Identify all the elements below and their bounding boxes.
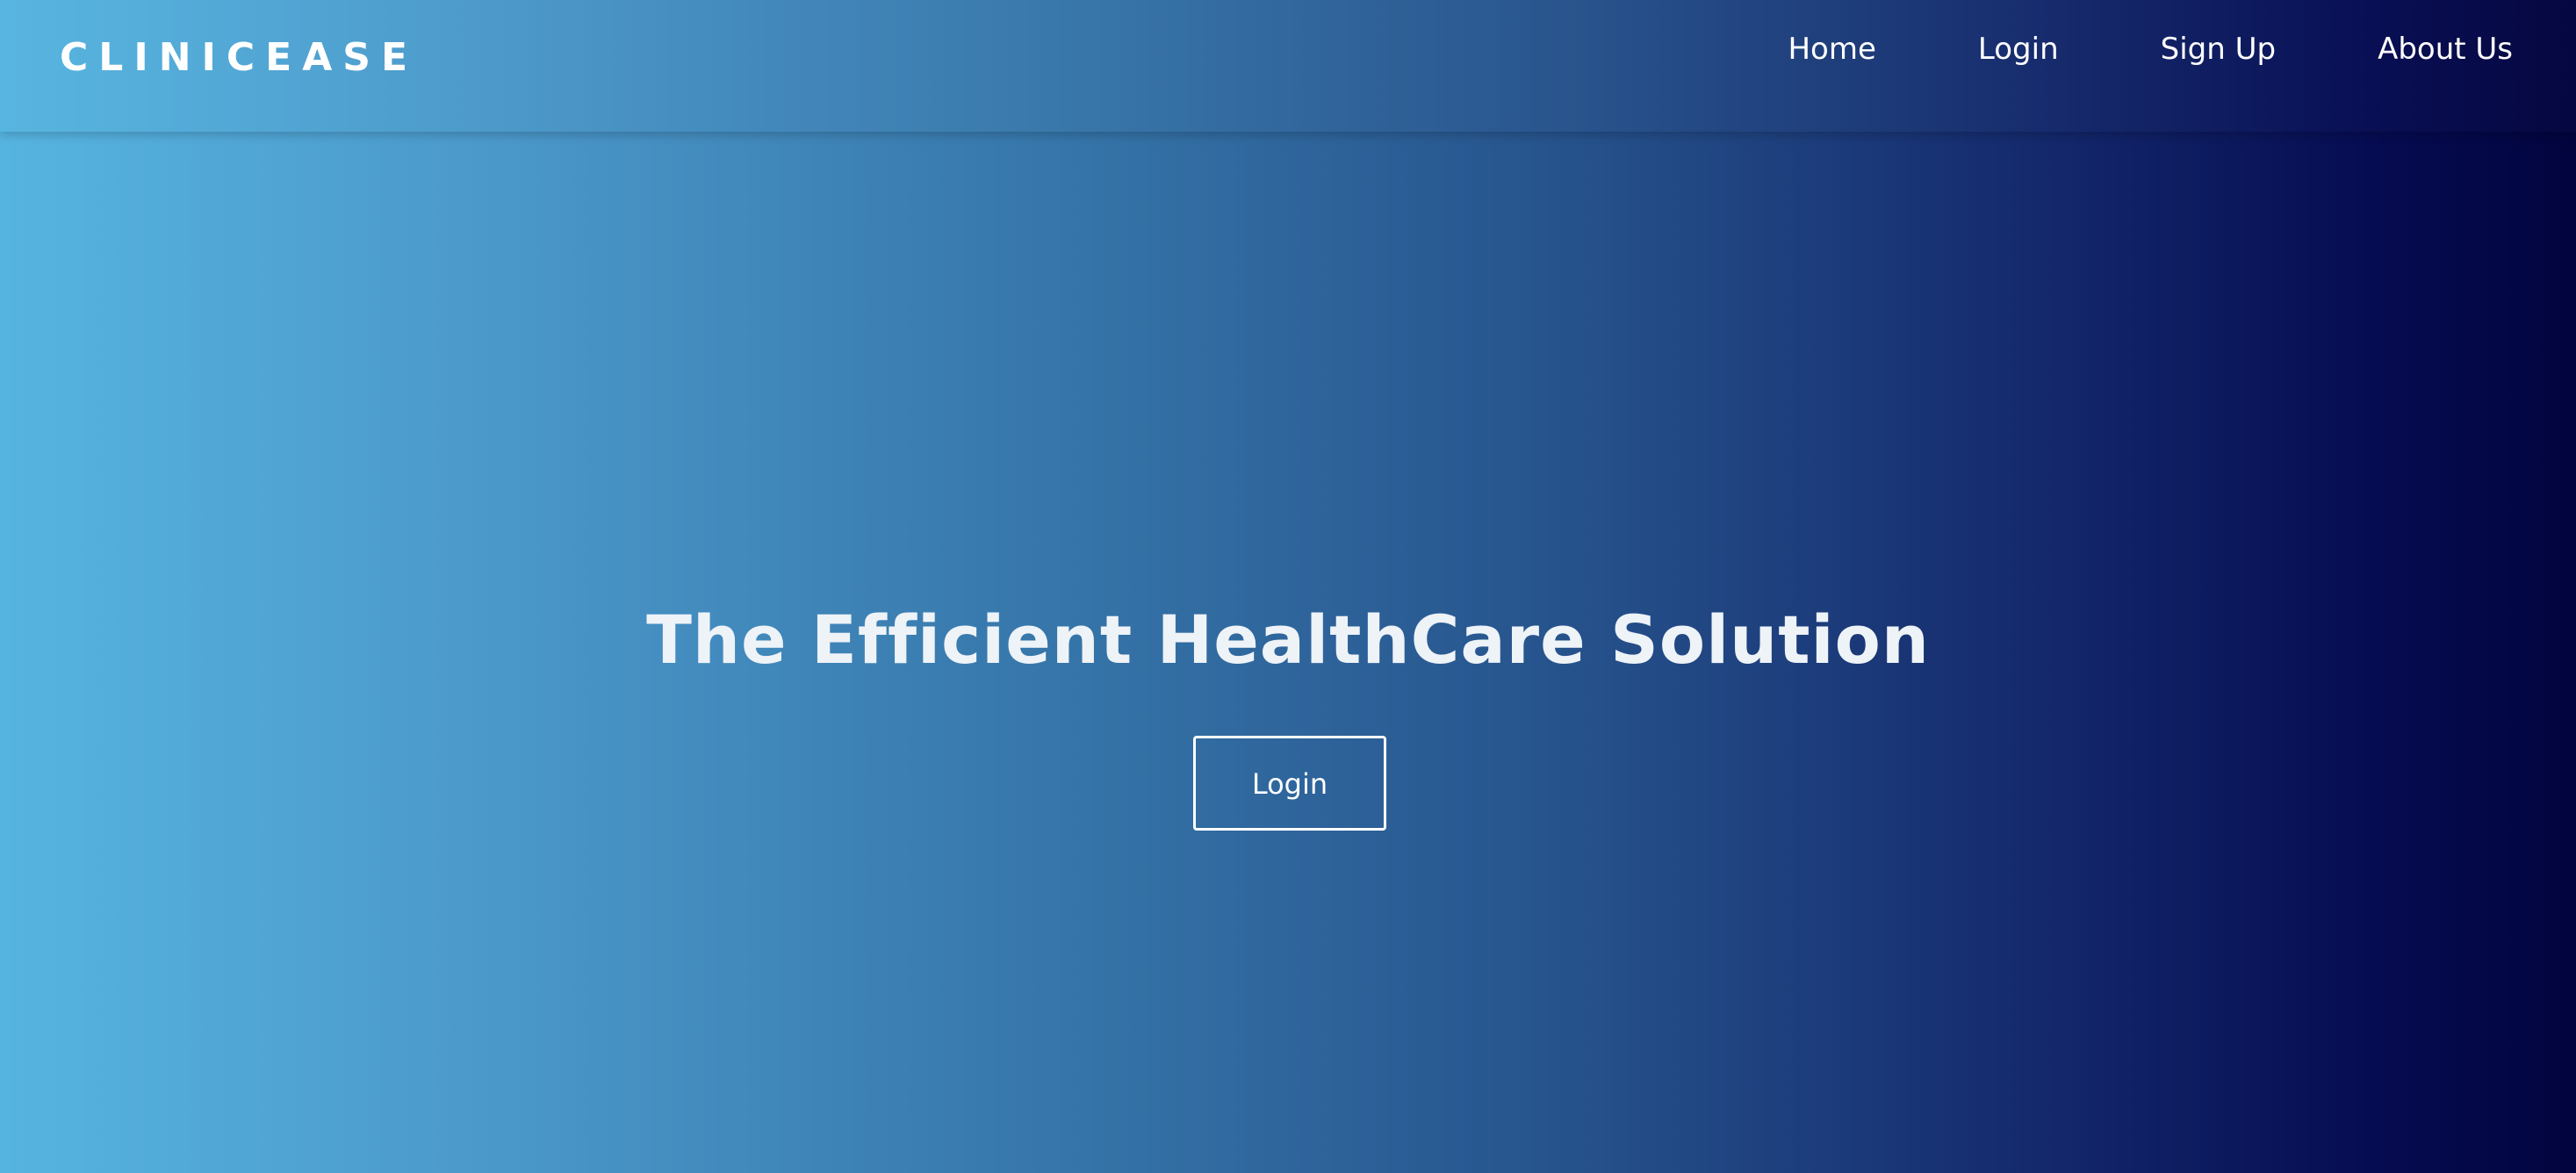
- hero-title: The Efficient HealthCare Solution: [646, 600, 1930, 679]
- brand-logo[interactable]: CLINICEASE: [60, 32, 418, 84]
- hero-login-button[interactable]: Login: [1193, 736, 1386, 831]
- nav-signup-link[interactable]: Sign Up: [2161, 26, 2276, 72]
- landing-page: CLINICEASE Home Login Sign Up About Us T…: [0, 0, 2576, 1173]
- nav-home-link[interactable]: Home: [1788, 26, 1875, 72]
- top-navbar: CLINICEASE Home Login Sign Up About Us: [0, 0, 2576, 132]
- nav-login-link[interactable]: Login: [1978, 26, 2059, 72]
- main-nav: Home Login Sign Up About Us: [1788, 26, 2513, 72]
- nav-about-link[interactable]: About Us: [2378, 26, 2513, 72]
